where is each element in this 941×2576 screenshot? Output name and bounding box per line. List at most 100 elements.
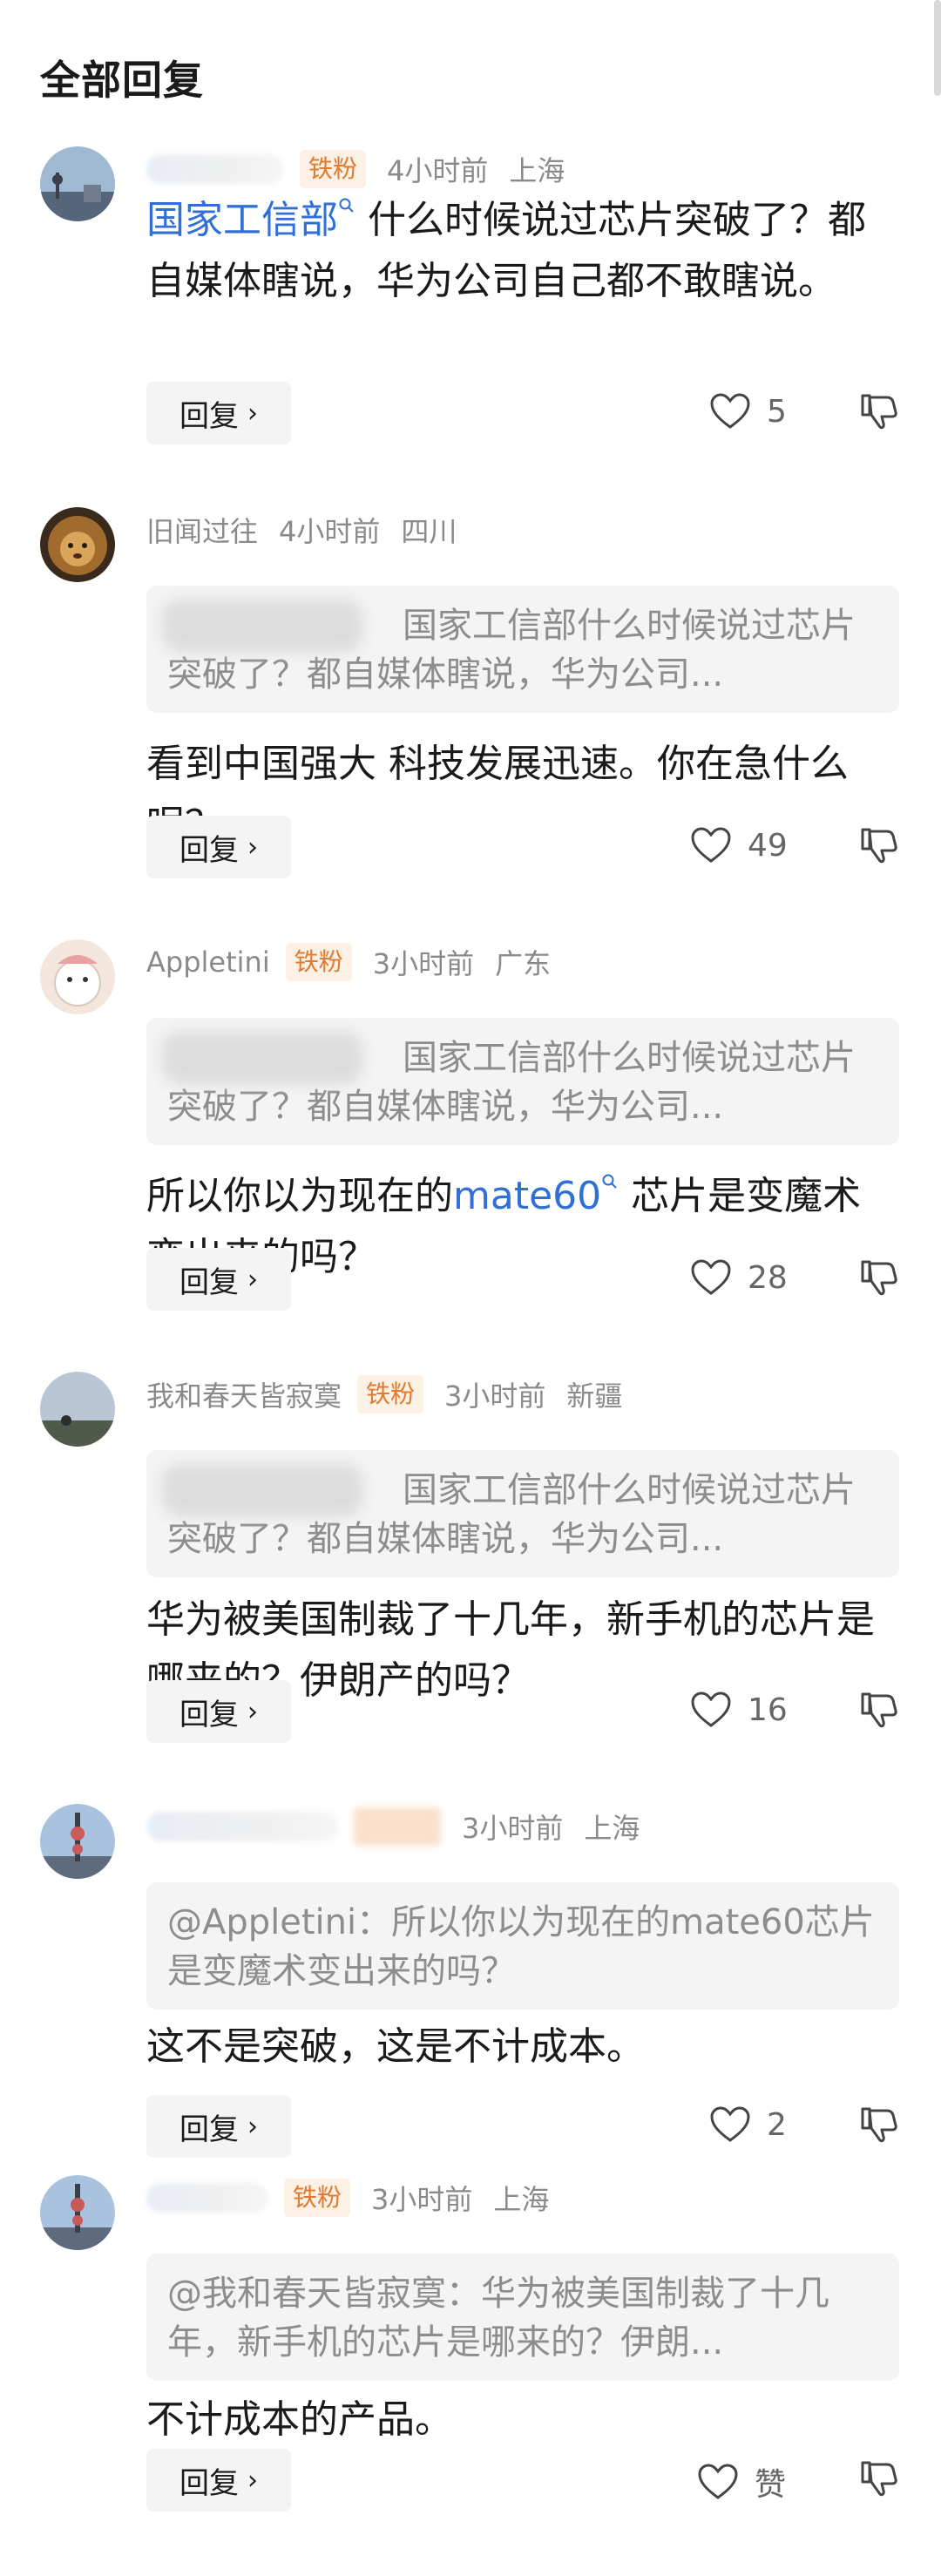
reply-button[interactable]: 回复 › — [146, 2449, 291, 2512]
comment-location: 新疆 — [566, 1380, 623, 1413]
comment-location: 广东 — [495, 947, 552, 980]
chevron-right-icon: › — [247, 2464, 258, 2496]
comment-meta: 3小时前 上海 — [146, 1806, 640, 1847]
username-redacted[interactable] — [146, 2183, 268, 2213]
fan-badge: 铁粉 — [285, 943, 352, 981]
avatar[interactable] — [40, 1372, 115, 1447]
thumbs-down-icon[interactable] — [857, 390, 899, 432]
quote-text: @Appletini：所以你以为现在的mate60芯片是变魔术变出来的吗？ — [167, 1902, 875, 1991]
comment-location: 上海 — [584, 1812, 640, 1845]
thumbs-down-icon[interactable] — [857, 1257, 899, 1298]
comment-item: 旧闻过往 4小时前 四川 国家工信部什么时候说过芯片突破了？都自媒体瞎说，华为公… — [0, 490, 941, 908]
comment-item: 我和春天皆寂寞 铁粉 3小时前 新疆 国家工信部什么时候说过芯片突破了？都自媒体… — [0, 1354, 941, 1773]
fan-badge: 铁粉 — [357, 1375, 424, 1413]
quoted-user-redacted — [162, 1032, 362, 1084]
comment-meta: 我和春天皆寂寞 铁粉 3小时前 新疆 — [146, 1373, 622, 1415]
chevron-right-icon: › — [247, 831, 258, 863]
topic-link[interactable]: 国家工信部 — [146, 198, 338, 242]
quote-text: @我和春天皆寂寞：华为被美国制裁了十几年，新手机的芯片是哪来的？伊朗... — [167, 2274, 829, 2362]
username-redacted[interactable] — [146, 1812, 338, 1841]
username[interactable]: 旧闻过往 — [146, 510, 258, 550]
comment-location: 上海 — [493, 2183, 550, 2216]
comment-text: 这不是突破，这是不计成本。 — [146, 2024, 645, 2069]
comment-meta: 铁粉 4小时前 上海 — [146, 148, 565, 190]
fan-badge: 铁粉 — [300, 150, 367, 188]
comment-time: 3小时前 — [444, 1380, 546, 1413]
comment-item: 铁粉 3小时前 上海 @我和春天皆寂寞：华为被美国制裁了十几年，新手机的芯片是哪… — [0, 2158, 941, 2576]
quoted-reply[interactable]: @Appletini：所以你以为现在的mate60芯片是变魔术变出来的吗？ — [146, 1882, 899, 2010]
like-count: 49 — [748, 827, 788, 864]
chevron-right-icon: › — [247, 2111, 258, 2142]
comment-text-before: 所以你以为现在的 — [146, 1174, 453, 1218]
scrollbar[interactable] — [934, 0, 941, 96]
chevron-right-icon: › — [247, 397, 258, 429]
like-count: 28 — [748, 1259, 788, 1296]
username[interactable]: Appletini — [146, 946, 270, 979]
avatar[interactable] — [40, 146, 115, 221]
thumbs-down-icon[interactable] — [857, 2457, 899, 2499]
quoted-user-redacted — [162, 1464, 362, 1516]
reply-button[interactable]: 回复 › — [146, 816, 291, 878]
heart-outline-icon — [691, 1691, 731, 1727]
like-button[interactable]: 49 — [690, 826, 788, 864]
heart-outline-icon — [691, 1259, 731, 1295]
avatar[interactable] — [40, 1804, 115, 1879]
avatar[interactable] — [40, 2175, 115, 2250]
reply-label: 回复 — [179, 832, 239, 868]
like-button[interactable]: 5 — [709, 392, 787, 430]
topic-link[interactable]: mate60 — [453, 1174, 601, 1218]
heart-outline-icon — [710, 2106, 750, 2142]
like-button[interactable]: 16 — [690, 1691, 788, 1729]
comment-meta: Appletini 铁粉 3小时前 广东 — [146, 941, 551, 983]
comment-time: 4小时前 — [387, 154, 489, 187]
chevron-right-icon: › — [247, 1264, 258, 1295]
comment-item: Appletini 铁粉 3小时前 广东 国家工信部什么时候说过芯片突破了？都自… — [0, 922, 941, 1340]
thumbs-down-icon[interactable] — [857, 1689, 899, 1731]
quoted-reply[interactable]: 国家工信部什么时候说过芯片突破了？都自媒体瞎说，华为公司... — [146, 586, 899, 713]
comment-time: 3小时前 — [371, 2183, 473, 2216]
search-mini-icon — [602, 1174, 617, 1189]
comment-time: 3小时前 — [372, 947, 475, 980]
quoted-reply[interactable]: 国家工信部什么时候说过芯片突破了？都自媒体瞎说，华为公司... — [146, 1450, 899, 1577]
like-button[interactable]: 28 — [690, 1258, 788, 1297]
reply-button[interactable]: 回复 › — [146, 382, 291, 444]
comment-location: 上海 — [509, 154, 565, 187]
like-count: 赞 — [755, 2467, 787, 2503]
page-title: 全部回复 — [40, 57, 204, 104]
heart-outline-icon — [691, 827, 731, 863]
reply-button[interactable]: 回复 › — [146, 1680, 291, 1743]
avatar[interactable] — [40, 507, 115, 582]
heart-outline-icon — [698, 2464, 738, 2499]
heart-outline-icon — [710, 393, 750, 429]
comment-item: 3小时前 上海 @Appletini：所以你以为现在的mate60芯片是变魔术变… — [0, 1786, 941, 2205]
like-button[interactable]: 赞 — [697, 2459, 786, 2505]
avatar[interactable] — [40, 939, 115, 1014]
comment-meta: 旧闻过往 4小时前 四川 — [146, 509, 457, 551]
reply-button[interactable]: 回复 › — [146, 2095, 291, 2158]
like-count: 2 — [767, 2106, 787, 2143]
thumbs-down-icon[interactable] — [857, 824, 899, 866]
quoted-user-redacted — [162, 600, 362, 652]
comment-text: 不计成本的产品。 — [146, 2397, 453, 2442]
comment-time: 3小时前 — [462, 1812, 564, 1845]
comment-item: 铁粉 4小时前 上海 国家工信部 什么时候说过芯片突破了？都自媒体瞎说，华为公司… — [0, 129, 941, 547]
username-redacted[interactable] — [146, 154, 284, 184]
comment-text: 国家工信部 什么时候说过芯片突破了？都自媒体瞎说，华为公司自己都不敢瞎说。 — [146, 190, 896, 312]
reply-label: 回复 — [179, 1697, 239, 1732]
comment-meta: 铁粉 3小时前 上海 — [146, 2177, 549, 2219]
reply-label: 回复 — [179, 398, 239, 434]
comment-location: 四川 — [401, 515, 457, 548]
like-count: 16 — [748, 1691, 788, 1728]
username[interactable]: 我和春天皆寂寞 — [146, 1374, 342, 1414]
like-button[interactable]: 2 — [709, 2105, 787, 2144]
like-count: 5 — [767, 393, 787, 430]
thumbs-down-icon[interactable] — [857, 2104, 899, 2146]
quoted-reply[interactable]: 国家工信部什么时候说过芯片突破了？都自媒体瞎说，华为公司... — [146, 1018, 899, 1145]
quoted-reply[interactable]: @我和春天皆寂寞：华为被美国制裁了十几年，新手机的芯片是哪来的？伊朗... — [146, 2254, 899, 2381]
reply-label: 回复 — [179, 2112, 239, 2147]
reply-button[interactable]: 回复 › — [146, 1248, 291, 1311]
search-mini-icon — [339, 198, 354, 213]
comment-time: 4小时前 — [279, 515, 381, 548]
reply-label: 回复 — [179, 1264, 239, 1300]
fan-badge: 铁粉 — [284, 2179, 351, 2217]
